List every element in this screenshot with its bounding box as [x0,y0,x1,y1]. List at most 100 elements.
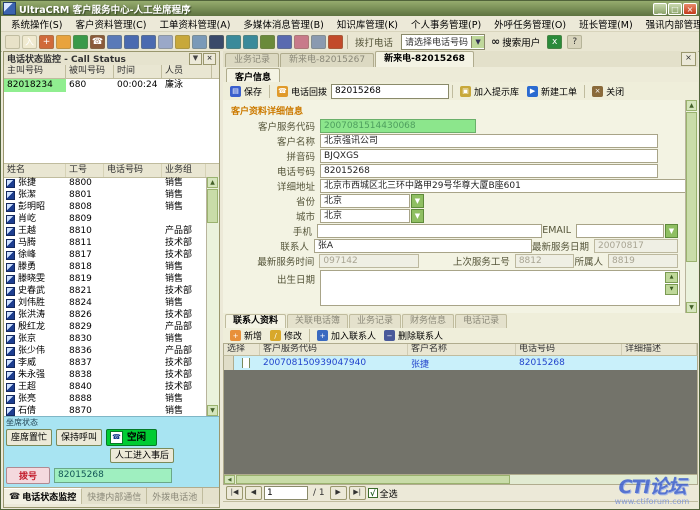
form-scrollbar[interactable]: ▲ ▼ [685,100,698,313]
menu-item-5[interactable]: 个人事务管理(P) [405,16,487,32]
restore-button[interactable]: □ [668,3,682,15]
mobile-input[interactable] [317,224,542,238]
staff-row[interactable]: 石倩8870销售 [4,405,207,416]
menu-item-7[interactable]: 班长管理(M) [573,16,639,32]
first-page-button[interactable]: |◀ [226,486,243,500]
phone-select[interactable]: 请选择电话号码 ▼ [401,34,485,50]
order-query-icon[interactable] [141,35,156,49]
menu-item-3[interactable]: 多媒体消息管理(B) [237,16,329,32]
customer-name-input[interactable]: 北京强讯公司 [320,134,658,148]
staff-col-2[interactable]: 电话号码 [104,164,162,177]
session-tab-0[interactable]: 业务记录 [225,53,279,67]
search-doc-icon[interactable] [107,35,122,49]
sms-icon[interactable] [192,35,207,49]
birthday-input[interactable]: ▲ ▼ [320,270,680,306]
message-icon[interactable] [175,35,190,49]
staff-row[interactable]: 朱永强8838技术部 [4,369,207,381]
detail-tab-4[interactable]: 电话记录 [455,314,507,328]
call-col-3[interactable]: 人员 [162,65,212,78]
staff-col-0[interactable]: 姓名 [4,164,66,177]
call-col-2[interactable]: 时间 [114,65,162,78]
print-icon[interactable] [277,35,292,49]
callback-button[interactable]: ☎ 电话回拨 [273,84,331,99]
session-tab-2[interactable]: 新来电-82015268 [375,51,474,67]
edit-button[interactable]: / 修改 [266,328,306,343]
save-button[interactable]: ▤ 保存 [226,84,266,99]
search-user-button[interactable]: ∞ 搜索用户 [488,34,543,49]
staff-row[interactable]: 滕勇8818销售 [4,261,207,273]
detail-tab-1[interactable]: 关联电话簿 [287,314,348,328]
left-tab-2[interactable]: 外拨电话池 [147,488,203,504]
city-dropdown-icon[interactable]: ▼ [411,209,424,223]
card-icon[interactable] [294,35,309,49]
staff-row[interactable]: 张潔8801销售 [4,189,207,201]
detail-tab-2[interactable]: 业务记录 [349,314,401,328]
help-icon[interactable]: ? [567,35,582,49]
contact-person-input[interactable]: 张A [314,239,532,253]
row-checkbox[interactable] [242,358,250,368]
left-tab-0[interactable]: ☎电话状态监控 [4,488,82,504]
delete-contact-button[interactable]: − 删除联系人 [380,328,447,343]
close-form-button[interactable]: × 关闭 [588,84,628,99]
staff-row[interactable]: 滕晓雯8819销售 [4,273,207,285]
form-scroll-down-icon[interactable]: ▼ [686,302,697,313]
grid-col-4[interactable]: 详细描述 [622,344,697,355]
staff-row[interactable]: 刘伟胜8824销售 [4,297,207,309]
add-to-tip-library-button[interactable]: ▣ 加入提示库 [456,84,523,99]
refresh-icon[interactable] [260,35,275,49]
pinyin-code-input[interactable]: BJQXGS [320,149,658,163]
staff-row[interactable]: 李威8837技术部 [4,357,207,369]
menu-item-4[interactable]: 知识库管理(K) [331,16,404,32]
staff-row[interactable]: 张少伟8836产品部 [4,345,207,357]
city-select[interactable]: 北京 [320,209,410,223]
call-col-1[interactable]: 被叫号码 [66,65,114,78]
staff-row[interactable]: 王超8840技术部 [4,381,207,393]
detail-tab-3[interactable]: 财务信息 [402,314,454,328]
panel-close-icon[interactable]: × [203,53,216,65]
minimize-button[interactable]: _ [653,3,667,15]
menu-item-0[interactable]: 系统操作(S) [5,16,68,32]
grid-col-0[interactable]: 选择 [224,344,260,355]
dial-button[interactable]: 拨号 [6,467,50,484]
menu-item-1[interactable]: 客户资料管理(C) [69,16,152,32]
scroll-up-icon[interactable]: ▲ [207,177,218,188]
row-selector[interactable] [224,356,234,370]
scroll-thumb[interactable] [207,189,218,223]
new-work-order-button[interactable]: ▶ 新建工单 [523,84,581,99]
staff-row[interactable]: 徐峰8817技术部 [4,249,207,261]
chevron-down-icon[interactable]: ▼ [471,36,484,48]
close-button[interactable]: × [683,3,697,15]
callback-number-input[interactable]: 82015268 [331,84,449,99]
staff-row[interactable]: 彭明昭8808销售 [4,201,207,213]
set-busy-button[interactable]: 座席置忙 [6,429,52,446]
form-scroll-up-icon[interactable]: ▲ [686,100,697,111]
staff-row[interactable]: 张捷8800销售 [4,177,207,189]
stats-icon[interactable] [311,35,326,49]
excel-export-icon[interactable]: x [547,35,562,49]
add-button[interactable]: + 新增 [226,328,266,343]
dial-number-field[interactable]: 82015268 [54,468,172,483]
contacts-grid-row[interactable]: 200708150939047940 张捷 82015268 [223,356,698,370]
session-tab-1[interactable]: 新来电-82015267 [280,53,374,67]
detail-tab-0[interactable]: 联系人资料 [225,314,286,328]
prev-page-button[interactable]: ◀ [245,486,262,500]
add-contact-button[interactable]: + 加入联系人 [313,328,380,343]
staff-scrollbar[interactable]: ▲ ▼ [206,177,219,416]
email-dropdown-icon[interactable]: ▼ [665,224,678,238]
spinner-down-icon[interactable]: ▼ [665,284,678,295]
pin-icon[interactable]: ▼ [189,53,202,65]
menu-item-2[interactable]: 工单资料管理(A) [154,16,237,32]
call-col-0[interactable]: 主叫号码 [4,65,66,78]
menu-item-6[interactable]: 外呼任务管理(O) [488,16,572,32]
select-all-checkbox[interactable]: √ [368,488,378,498]
grid-hscrollbar[interactable]: ◀ [223,474,698,485]
address-input[interactable]: 北京市西城区北三环中路甲29号华尊大厦B座601 [320,179,686,193]
customer-edit-icon[interactable] [56,35,71,49]
signature-icon[interactable]: 入 [22,35,37,49]
customer-link-icon[interactable] [73,35,88,49]
staff-col-1[interactable]: 工号 [66,164,104,177]
phone-dial-icon[interactable]: ☎ [90,35,105,49]
grid-col-1[interactable]: 客户服务代码 [260,344,408,355]
grid-col-3[interactable]: 电话号码 [516,344,622,355]
page-number-input[interactable] [264,486,308,500]
